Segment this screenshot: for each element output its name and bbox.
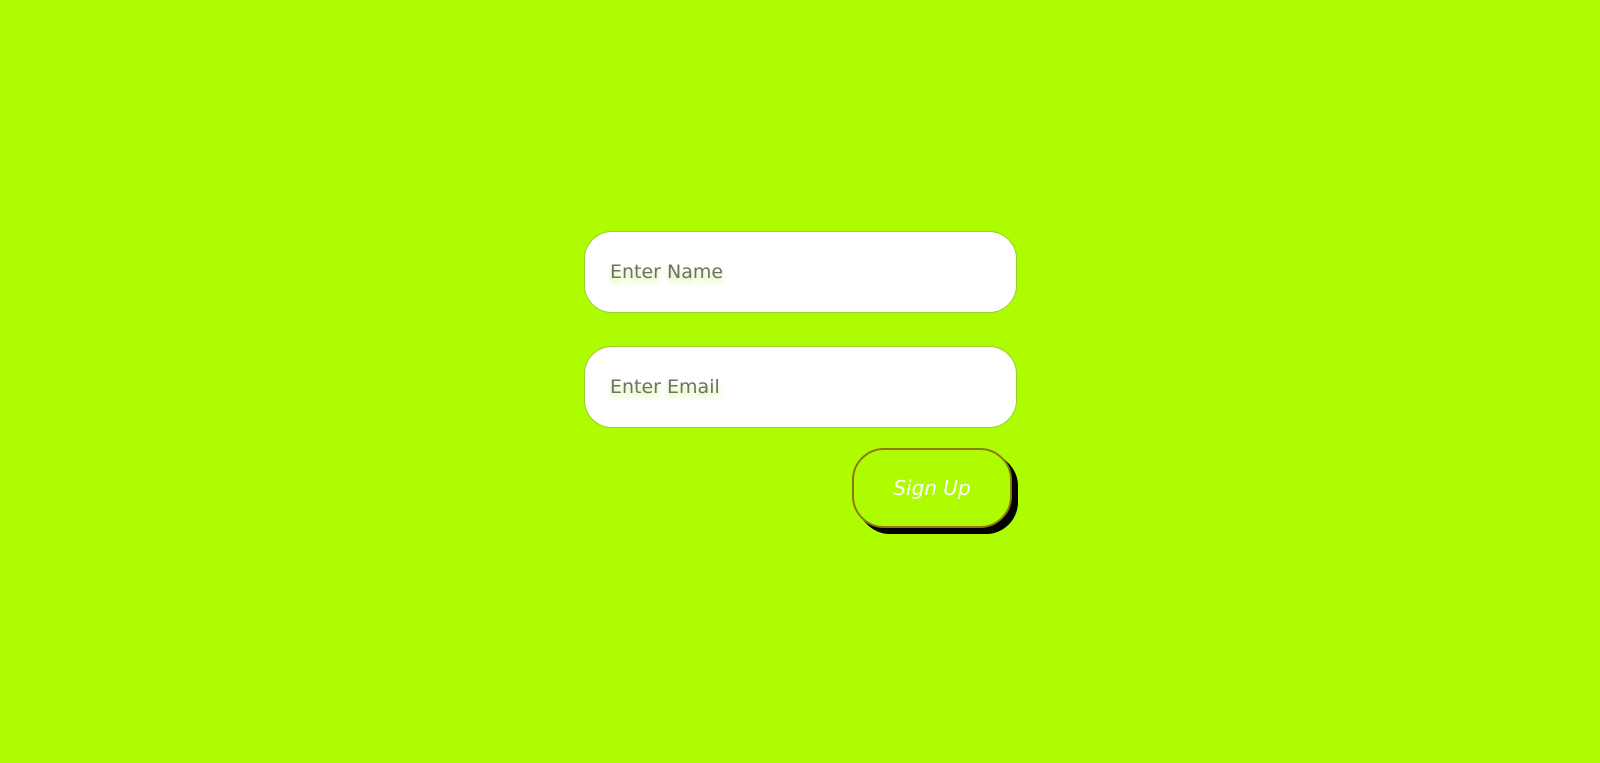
email-input[interactable]	[585, 347, 1016, 427]
sign-up-button[interactable]: Sign Up	[852, 448, 1012, 528]
name-input[interactable]	[585, 232, 1016, 312]
name-field-container: Enter Name	[584, 231, 1017, 313]
email-field-container: Enter Email	[584, 346, 1017, 428]
